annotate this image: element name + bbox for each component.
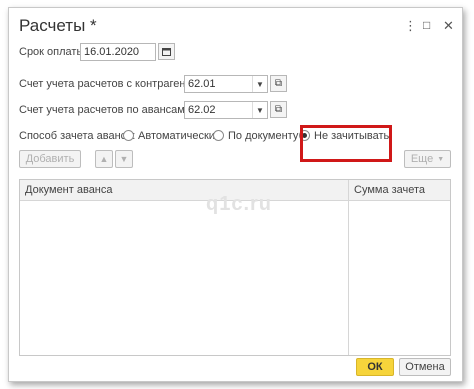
watermark: q1c.ru (206, 193, 273, 215)
more-button[interactable]: Еще ▼ (404, 150, 451, 168)
chevron-down-icon: ▼ (437, 155, 445, 163)
advance-offset-label: Способ зачета аванса: (19, 130, 136, 142)
radio-by-document[interactable] (213, 130, 224, 141)
open-link-icon[interactable]: ⧉ (270, 101, 287, 118)
ok-button[interactable]: ОК (356, 358, 394, 376)
radio-automatic-label[interactable]: Автоматически (138, 130, 215, 142)
contractor-account-value: 62.01 (188, 78, 216, 90)
contractor-account-label: Счет учета расчетов с контрагентом: (19, 78, 208, 90)
contractor-account-input[interactable]: 62.01 ▼ (184, 75, 268, 93)
square-icon[interactable]: □ (423, 19, 430, 32)
more-vertical-icon[interactable]: ⋮ (404, 19, 417, 32)
cancel-button[interactable]: Отмена (399, 358, 451, 376)
add-button[interactable]: Добавить (19, 150, 81, 168)
dialog-title: Расчеты * (19, 16, 97, 35)
more-button-label: Еще (410, 153, 434, 165)
close-icon[interactable]: ✕ (443, 19, 454, 32)
advance-account-label: Счет учета расчетов по авансам: (19, 104, 188, 116)
advance-account-input[interactable]: 62.02 ▼ (184, 101, 268, 119)
open-link-icon[interactable]: ⧉ (270, 75, 287, 92)
advance-account-value: 62.02 (188, 104, 216, 116)
payment-due-label: Срок оплаты: (19, 46, 88, 58)
arrow-up-icon[interactable]: ▲ (95, 150, 113, 168)
radio-automatic[interactable] (123, 130, 134, 141)
column-divider (348, 180, 349, 355)
payment-due-input[interactable]: 16.01.2020 (80, 43, 156, 61)
calendar-icon[interactable] (158, 43, 175, 60)
column-offset-amount[interactable]: Сумма зачета (354, 184, 425, 196)
settlements-dialog: Расчеты * ⋮ □ ✕ Срок оплаты: 16.01.2020 … (8, 7, 463, 382)
highlight-frame (300, 125, 392, 162)
radio-by-document-label[interactable]: По документу (228, 130, 298, 142)
arrow-down-icon[interactable]: ▼ (115, 150, 133, 168)
chevron-down-icon[interactable]: ▼ (252, 76, 267, 92)
column-advance-document[interactable]: Документ аванса (25, 184, 113, 196)
chevron-down-icon[interactable]: ▼ (252, 102, 267, 118)
